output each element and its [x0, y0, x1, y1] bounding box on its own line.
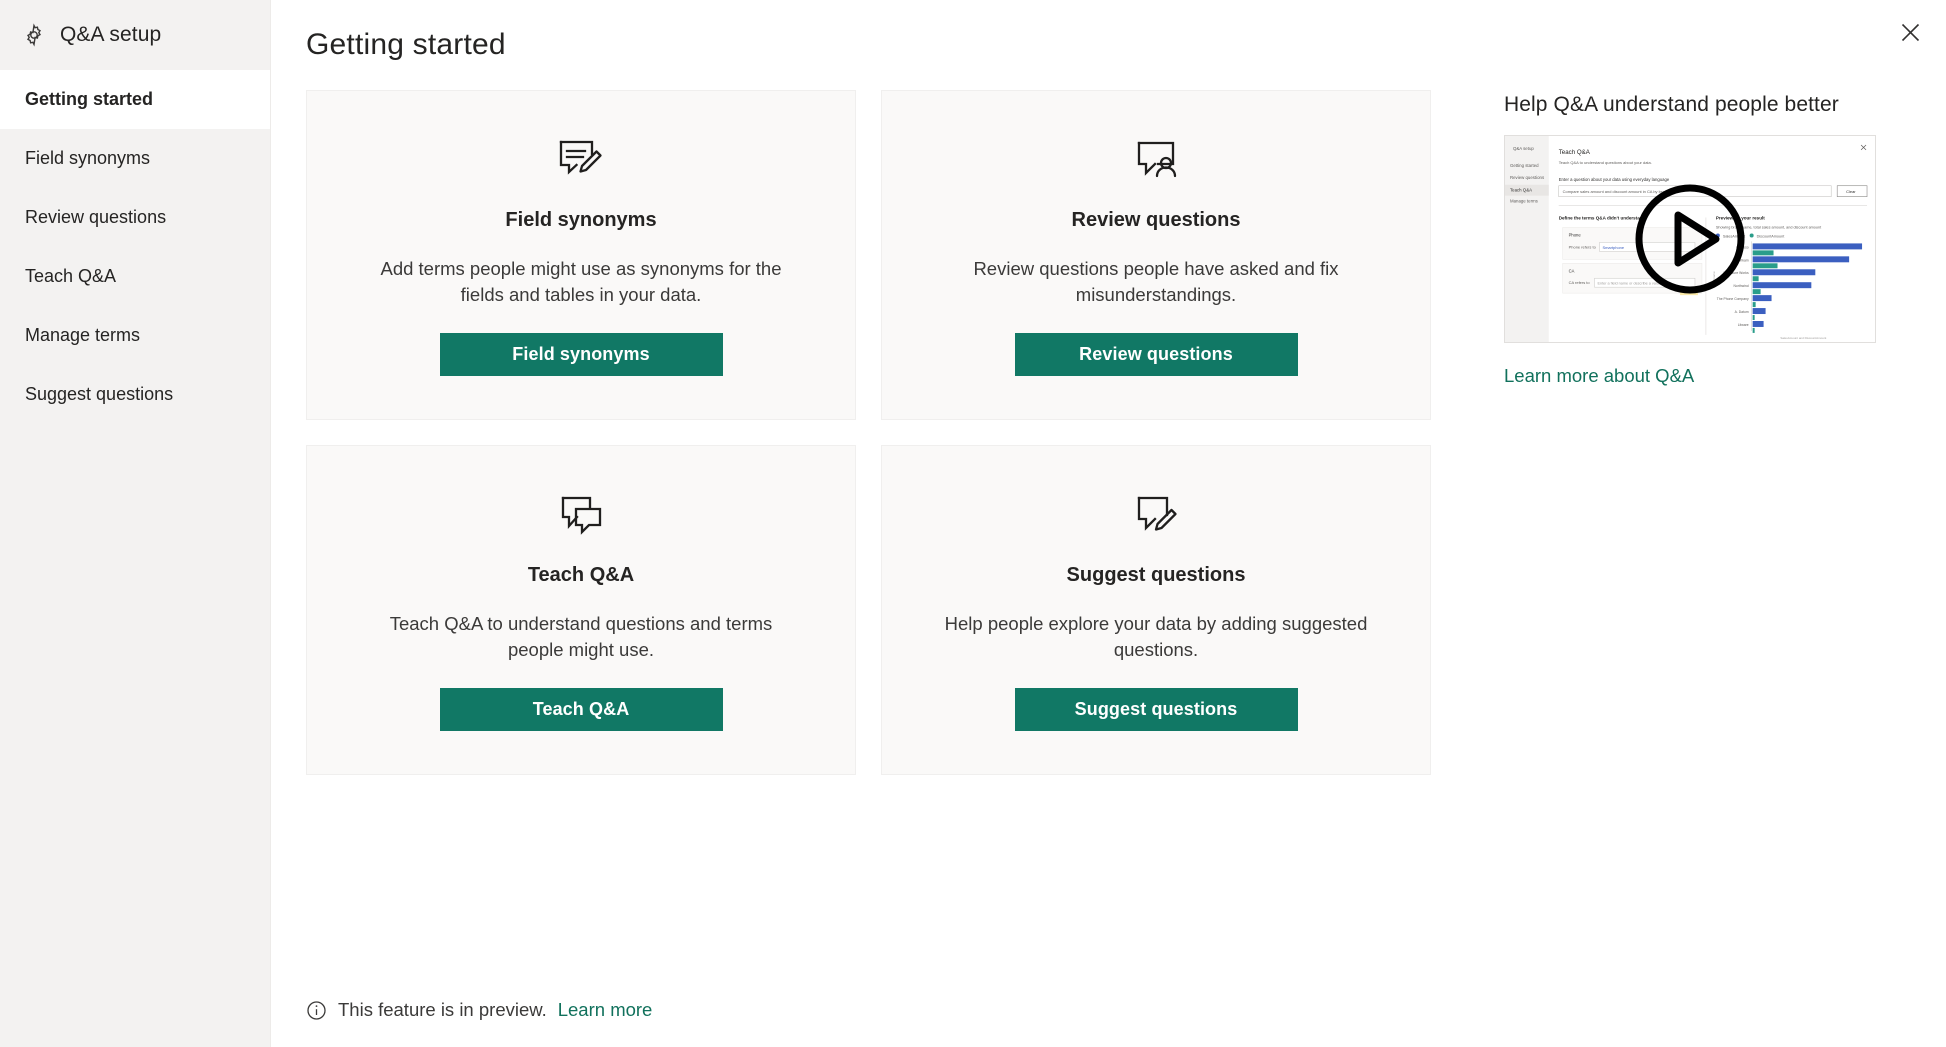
sidebar-item-label: Field synonyms: [25, 148, 151, 168]
sidebar-nav: Getting started Field synonyms Review qu…: [0, 70, 270, 424]
svg-text:Teach Q&A to understand questi: Teach Q&A to understand questions about …: [1559, 160, 1652, 165]
info-circle-icon: [306, 1000, 327, 1021]
svg-text:Q&A setup: Q&A setup: [1513, 146, 1534, 151]
speech-bubble-person-icon: [1133, 131, 1179, 189]
sidebar-item-label: Manage terms: [25, 325, 141, 345]
svg-text:DiscountAmount: DiscountAmount: [1757, 234, 1786, 238]
qa-setup-dialog: Q&A setup Getting started Field synonyms…: [0, 0, 1946, 1047]
sidebar-item-getting-started[interactable]: Getting started: [0, 70, 270, 129]
page-title: Getting started: [306, 28, 506, 61]
sidebar-item-field-synonyms[interactable]: Field synonyms: [0, 129, 270, 188]
video-preview-mock: Q&A setup Getting started Review questio…: [1505, 136, 1875, 342]
svg-text:CA: CA: [1569, 268, 1575, 273]
card-title: Field synonyms: [505, 209, 657, 231]
svg-text:Getting started: Getting started: [1510, 163, 1539, 168]
teach-qa-button[interactable]: Teach Q&A: [439, 687, 723, 731]
card-description: Add terms people might use as synonyms f…: [380, 258, 782, 306]
sidebar-item-label: Teach Q&A: [25, 266, 117, 286]
svg-text:Review questions: Review questions: [1510, 175, 1545, 180]
svg-text:Compare sales amount and disco: Compare sales amount and discount amount…: [1563, 189, 1669, 194]
svg-text:Teach Q&A: Teach Q&A: [1559, 149, 1591, 156]
preview-learn-more-link[interactable]: Learn more: [558, 999, 653, 1021]
svg-text:The Phone Company: The Phone Company: [1717, 297, 1749, 301]
svg-text:Define the terms Q&A didn't un: Define the terms Q&A didn't understand: [1559, 216, 1646, 221]
svg-text:Teach Q&A: Teach Q&A: [1510, 188, 1532, 193]
card-review-questions[interactable]: Review questions Review questions people…: [881, 90, 1431, 420]
main-content: Getting started Field synonyms Add terms…: [271, 0, 1946, 1047]
card-description: Review questions people have asked and f…: [973, 258, 1339, 306]
svg-text:SalesAmount: SalesAmount: [1723, 234, 1746, 238]
sidebar-item-manage-terms[interactable]: Manage terms: [0, 306, 270, 365]
svg-text:Fabrikam: Fabrikam: [1735, 258, 1749, 262]
review-questions-button[interactable]: Review questions: [1014, 332, 1298, 376]
preview-notice: This feature is in preview. Learn more: [306, 999, 652, 1021]
svg-text:SalesAmount and DiscountAmount: SalesAmount and DiscountAmount: [1780, 336, 1826, 340]
card-description: Teach Q&A to understand questions and te…: [389, 613, 773, 661]
field-synonyms-button[interactable]: Field synonyms: [439, 332, 723, 376]
learn-more-about-qa-link[interactable]: Learn more about Q&A: [1504, 365, 1694, 387]
help-panel: Help Q&A understand people better Q&A se…: [1456, 90, 1946, 775]
card-title: Review questions: [1071, 209, 1241, 231]
svg-text:Litware: Litware: [1738, 323, 1749, 327]
content-area: Field synonyms Add terms people might us…: [271, 62, 1946, 775]
gear-icon: [22, 23, 46, 47]
close-icon[interactable]: [1888, 10, 1932, 54]
sidebar-item-review-questions[interactable]: Review questions: [0, 188, 270, 247]
sidebar-item-label: Review questions: [25, 207, 167, 227]
svg-text:Smartphone: Smartphone: [1602, 245, 1624, 250]
sidebar-item-label: Suggest questions: [25, 384, 174, 404]
svg-text:Contoso: Contoso: [1736, 245, 1749, 249]
sidebar: Q&A setup Getting started Field synonyms…: [0, 0, 271, 1047]
card-suggest-questions[interactable]: Suggest questions Help people explore yo…: [881, 445, 1431, 775]
suggest-questions-button[interactable]: Suggest questions: [1014, 687, 1298, 731]
svg-text:Manage terms: Manage terms: [1510, 199, 1539, 204]
help-panel-title: Help Q&A understand people better: [1504, 93, 1839, 116]
svg-text:Phone refers to: Phone refers to: [1569, 244, 1597, 249]
svg-text:Phone: Phone: [1569, 232, 1582, 237]
video-thumbnail[interactable]: Q&A setup Getting started Review questio…: [1504, 135, 1876, 343]
sidebar-item-label: Getting started: [25, 89, 154, 109]
preview-notice-text: This feature is in preview.: [338, 999, 547, 1020]
svg-text:Enter a field name or describe: Enter a field name or describe a value: [1597, 282, 1660, 286]
card-field-synonyms[interactable]: Field synonyms Add terms people might us…: [306, 90, 856, 420]
card-grid: Field synonyms Add terms people might us…: [306, 90, 1456, 775]
sidebar-header: Q&A setup: [0, 0, 270, 70]
card-title: Suggest questions: [1066, 564, 1246, 586]
svg-text:Enter a question about your da: Enter a question about your data using e…: [1559, 177, 1670, 182]
svg-text:Clear: Clear: [1846, 189, 1856, 194]
svg-text:Adventure Works: Adventure Works: [1723, 271, 1749, 275]
two-speech-bubbles-icon: [558, 486, 604, 544]
sidebar-item-suggest-questions[interactable]: Suggest questions: [0, 365, 270, 424]
note-pencil-icon: [558, 131, 604, 189]
app-title: Q&A setup: [60, 23, 162, 46]
sidebar-item-teach-qa[interactable]: Teach Q&A: [0, 247, 270, 306]
svg-text:A. Datum: A. Datum: [1735, 310, 1749, 314]
speech-bubble-pencil-icon: [1133, 486, 1179, 544]
svg-text:Northwind: Northwind: [1733, 284, 1748, 288]
svg-text:Previewing your result: Previewing your result: [1716, 216, 1765, 221]
card-teach-qa[interactable]: Teach Q&A Teach Q&A to understand questi…: [306, 445, 856, 775]
card-description: Help people explore your data by adding …: [944, 613, 1368, 661]
svg-text:brand name: brand name: [1712, 271, 1716, 287]
card-title: Teach Q&A: [527, 564, 635, 586]
svg-text:Showing brand name, total sale: Showing brand name, total sales amount, …: [1716, 225, 1822, 229]
svg-text:CA refers to: CA refers to: [1569, 280, 1591, 285]
